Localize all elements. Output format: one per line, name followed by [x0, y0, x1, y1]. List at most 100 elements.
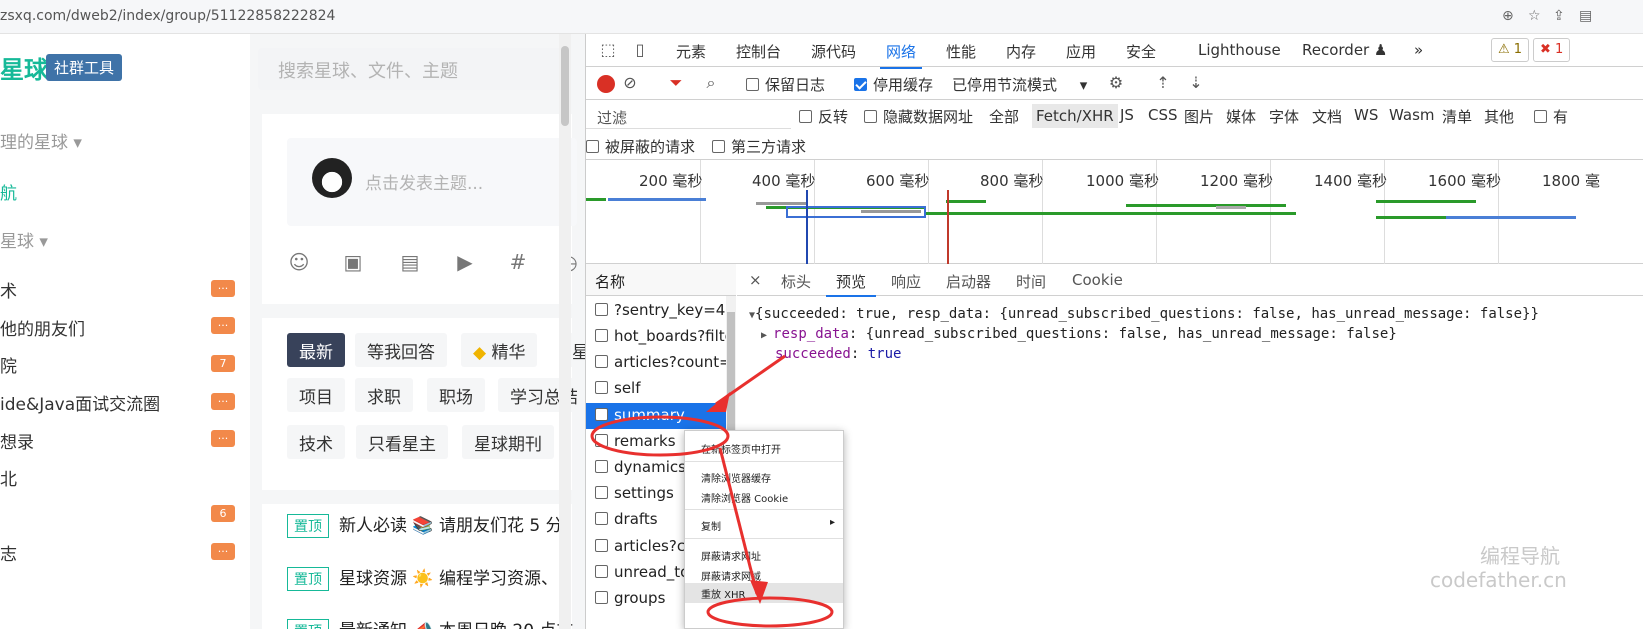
tag-study-summary[interactable]: 学习总结 [498, 378, 585, 412]
tab-recorder[interactable]: Recorder ♟ [1302, 41, 1387, 59]
type-filter-css[interactable]: CSS [1148, 106, 1178, 124]
third-party-checkbox[interactable]: 第三方请求 [712, 136, 806, 157]
throttle-select[interactable]: 已停用节流模式 ▾ [952, 74, 1087, 95]
logo[interactable]: 星球 [0, 50, 48, 85]
type-filter-doc[interactable]: 文档 [1312, 106, 1342, 127]
menu-item-replay-xhr[interactable]: 重放 XHR [685, 583, 843, 603]
network-timeline[interactable]: 200 毫秒 400 毫秒 600 毫秒 800 毫秒 1000 毫秒 1200… [586, 160, 1643, 264]
sidebar-item[interactable]: 术 [0, 277, 17, 302]
close-detail-icon[interactable]: × [749, 271, 762, 289]
type-filter-font[interactable]: 字体 [1269, 106, 1299, 127]
menu-item-clear-cache[interactable]: 清除浏览器缓存 [701, 470, 771, 485]
compose-box[interactable]: 点击发表主题... [287, 138, 577, 226]
tag-career[interactable]: 职场 [427, 378, 485, 412]
preview-resp-data[interactable]: ▶ resp_data: {unread_subscribed_question… [761, 326, 1397, 342]
sidebar-item[interactable]: 志 [0, 540, 17, 565]
tab-response[interactable]: 响应 [891, 271, 921, 292]
video-icon[interactable]: ▶ [452, 250, 478, 276]
tab-performance[interactable]: 性能 [946, 41, 976, 62]
sidebar-item[interactable]: 北 [0, 465, 17, 490]
tab-sources[interactable]: 源代码 [811, 41, 856, 62]
record-icon[interactable] [597, 75, 615, 93]
tab-memory[interactable]: 内存 [1006, 41, 1036, 62]
type-filter-manifest[interactable]: 清单 [1442, 106, 1472, 127]
sidebar-item[interactable]: 院 [0, 352, 17, 377]
warnings-counter[interactable]: ⚠ 1 [1491, 38, 1530, 62]
preview-root[interactable]: ▼{succeeded: true, resp_data: {unread_su… [749, 306, 1539, 322]
pinned-post[interactable]: 置顶 新人必读 📚 请朋友们花 5 分 [287, 511, 563, 538]
community-tools-badge[interactable]: 社群工具 [46, 54, 123, 81]
zoom-icon[interactable]: ⊕ [1502, 8, 1514, 24]
import-har-icon[interactable]: ⇡ [1153, 73, 1173, 93]
tag-await-answer[interactable]: 等我回答 [355, 333, 447, 367]
pinned-post[interactable]: 置顶 最新通知 📣 本周日晚 20 点在 [287, 616, 573, 629]
disable-cache-checkbox[interactable]: 停用缓存 [854, 74, 933, 95]
tab-security[interactable]: 安全 [1126, 41, 1156, 62]
blocked-requests-checkbox[interactable]: 被屏蔽的请求 [586, 136, 695, 157]
tab-cookies[interactable]: Cookie [1072, 271, 1123, 289]
sidebar-item[interactable]: ide&Java面试交流圈 [0, 390, 160, 415]
more-filter-checkbox[interactable]: 有 [1534, 106, 1568, 127]
scrollbar-thumb[interactable] [561, 46, 569, 126]
sidebar-managed-groups[interactable]: 理的星球 ▾ [0, 128, 82, 153]
type-filter-wasm[interactable]: Wasm [1389, 106, 1435, 124]
type-filter-img[interactable]: 图片 [1184, 106, 1214, 127]
pinned-post[interactable]: 置顶 星球资源 ☀️ 编程学习资源、 [287, 564, 558, 591]
page-scrollbar[interactable] [559, 34, 571, 629]
request-row-selected[interactable]: summary [586, 403, 726, 429]
tab-network[interactable]: 网络 [879, 41, 923, 69]
inspect-icon[interactable]: ⬚ [598, 40, 618, 60]
image-icon[interactable]: ▣ [340, 250, 366, 276]
filter-input[interactable]: 过滤 [586, 103, 791, 129]
type-filter-all[interactable]: 全部 [989, 106, 1019, 127]
clear-icon[interactable]: ⊘ [620, 73, 640, 93]
url-text[interactable]: zsxq.com/dweb2/index/group/5112285822282… [0, 8, 335, 24]
request-row[interactable]: self [586, 376, 726, 402]
tab-initiator[interactable]: 启动器 [946, 271, 991, 292]
type-filter-js[interactable]: JS [1120, 106, 1134, 124]
type-filter-ws[interactable]: WS [1354, 106, 1378, 124]
export-har-icon[interactable]: ⇣ [1186, 73, 1206, 93]
invert-checkbox[interactable]: 反转 [799, 106, 848, 127]
type-filter-media[interactable]: 媒体 [1226, 106, 1256, 127]
column-header-name[interactable]: 名称 [586, 264, 736, 296]
request-row[interactable]: articles?count=20 [586, 350, 726, 376]
tag-tech[interactable]: 技术 [287, 425, 345, 459]
type-filter-other[interactable]: 其他 [1484, 106, 1514, 127]
tab-console[interactable]: 控制台 [736, 41, 781, 62]
tag-jobs[interactable]: 求职 [355, 378, 413, 412]
hashtag-icon[interactable]: # [505, 250, 531, 276]
tag-projects[interactable]: 项目 [287, 378, 345, 412]
hide-data-urls-checkbox[interactable]: 隐藏数据网址 [864, 106, 973, 127]
tab-application[interactable]: 应用 [1066, 41, 1096, 62]
sidebar-item[interactable]: 他的朋友们 [0, 315, 85, 340]
preserve-log-checkbox[interactable]: 保留日志 [746, 74, 825, 95]
menu-item-clear-cookies[interactable]: 清除浏览器 Cookie [701, 490, 788, 505]
device-toolbar-icon[interactable]: ▯ [630, 40, 650, 60]
tag-featured[interactable]: ◆ 精华 [461, 333, 538, 367]
menu-item-open-new-tab[interactable]: 在新标签页中打开 [701, 441, 781, 456]
emoji-icon[interactable]: ☺ [286, 250, 312, 276]
tab-timing[interactable]: 时间 [1016, 271, 1046, 292]
request-row[interactable]: ?sentry_key=423... [586, 298, 726, 324]
tag-journal[interactable]: 星球期刊 [462, 425, 554, 459]
tag-owner-only[interactable]: 只看星主 [356, 425, 448, 459]
sidebar-item[interactable]: 想录 [0, 428, 34, 453]
share-icon[interactable]: ⇪ [1553, 8, 1565, 24]
menu-item-copy[interactable]: 复制 [701, 518, 721, 533]
tab-lighthouse[interactable]: Lighthouse [1198, 41, 1281, 59]
search-icon[interactable]: ⌕ [701, 73, 721, 93]
tab-preview[interactable]: 预览 [825, 271, 877, 297]
network-conditions-icon[interactable]: ⚙ [1106, 73, 1126, 93]
extension-icon[interactable]: ▤ [1579, 8, 1592, 24]
tab-elements[interactable]: 元素 [676, 41, 706, 62]
more-tabs-icon[interactable]: » [1414, 41, 1423, 59]
sidebar-item-nav[interactable]: 航 [0, 179, 17, 204]
search-input[interactable]: 搜索星球、文件、主题 [258, 48, 568, 90]
request-row[interactable]: hot_boards?filter... [586, 324, 726, 350]
menu-item-block-domain[interactable]: 屏蔽请求网域 [701, 568, 761, 583]
sidebar-joined-groups[interactable]: 星球 ▾ [0, 227, 48, 252]
star-icon[interactable]: ☆ [1528, 8, 1541, 24]
filter-icon[interactable]: ⏷ [666, 73, 686, 93]
menu-item-block-url[interactable]: 屏蔽请求网址 [701, 548, 761, 563]
